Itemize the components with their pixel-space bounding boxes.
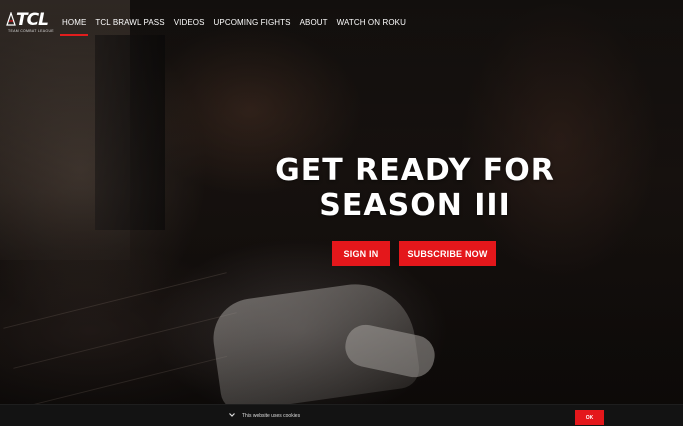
sign-in-button[interactable]: SIGN IN <box>332 241 390 266</box>
cookie-message: This website uses cookies <box>242 413 301 419</box>
tcl-crown-icon <box>6 12 16 26</box>
main-nav: HOME TCL BRAWL PASS VIDEOS UPCOMING FIGH… <box>59 18 406 36</box>
hero-headline: GET READY FOR SEASON III <box>270 153 560 223</box>
logo-subtext: TEAM COMBAT LEAGUE <box>8 29 54 33</box>
chevron-down-icon[interactable] <box>228 411 236 419</box>
cookie-banner: This website uses cookies OK <box>0 404 683 426</box>
nav-item-tcl-brawl-pass[interactable]: TCL BRAWL PASS <box>95 18 164 27</box>
nav-item-videos[interactable]: VIDEOS <box>174 18 205 27</box>
navbar: TCL TEAM COMBAT LEAGUE HOME TCL BRAWL PA… <box>0 0 683 40</box>
logo-text: TCL <box>16 10 49 30</box>
cookie-ok-button[interactable]: OK <box>575 410 604 425</box>
nav-item-home[interactable]: HOME <box>59 18 89 36</box>
tcl-logo[interactable]: TCL TEAM COMBAT LEAGUE <box>6 10 54 34</box>
nav-item-watch-on-roku[interactable]: WATCH ON ROKU <box>337 18 406 27</box>
hero-headline-line-2: SEASON III <box>319 188 511 223</box>
subscribe-now-button[interactable]: SUBSCRIBE NOW <box>399 241 496 266</box>
hero-headline-line-1: GET READY FOR <box>275 153 555 188</box>
nav-item-upcoming-fights[interactable]: UPCOMING FIGHTS <box>214 18 291 27</box>
nav-item-about[interactable]: ABOUT <box>300 18 328 27</box>
